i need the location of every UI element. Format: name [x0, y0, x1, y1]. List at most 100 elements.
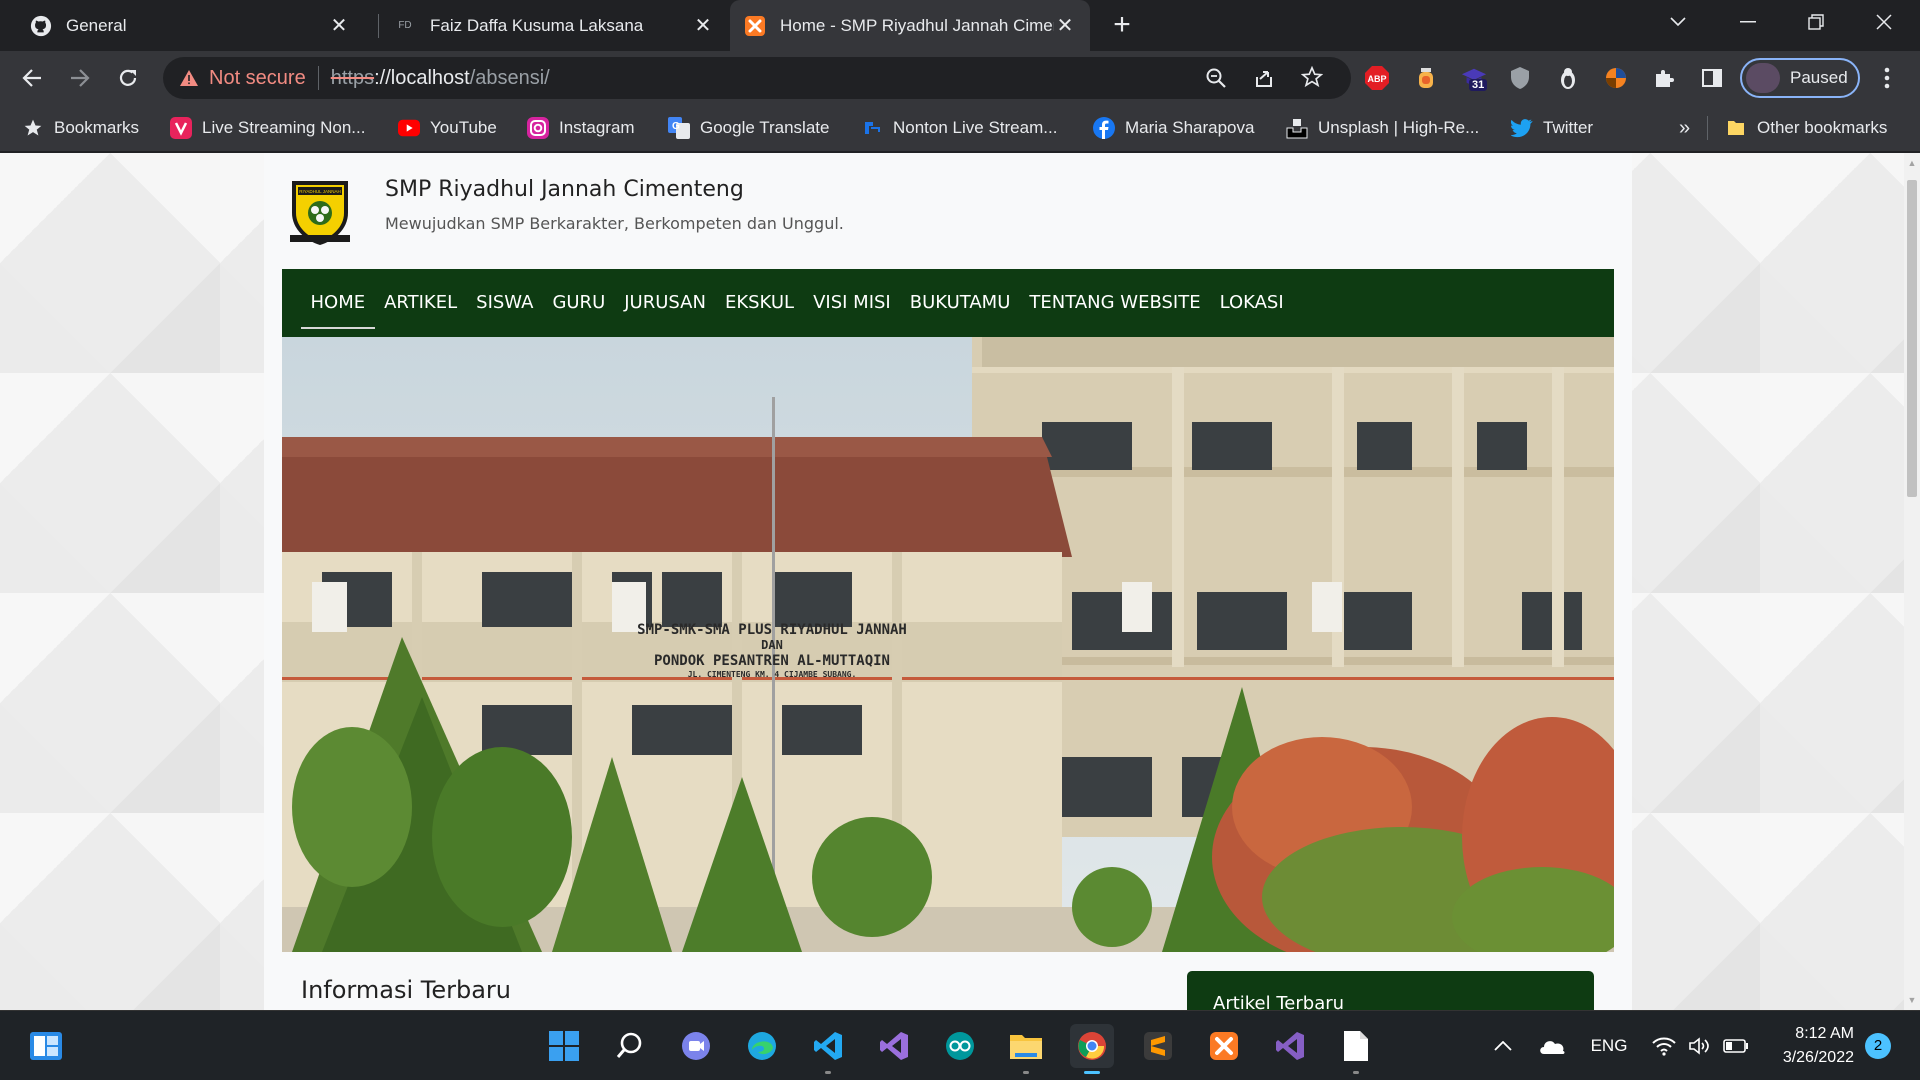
- hero-sign-line-2: DAN: [761, 638, 783, 652]
- zoom-icon[interactable]: [1205, 67, 1227, 95]
- nav-home[interactable]: HOME: [301, 269, 375, 337]
- shield-icon[interactable]: [1507, 65, 1533, 91]
- side-panel-icon[interactable]: [1699, 65, 1725, 91]
- profile-button[interactable]: Paused: [1740, 58, 1860, 98]
- nav-ekskul[interactable]: EKSKUL: [715, 269, 803, 337]
- adblock-plus-icon[interactable]: ABP: [1364, 65, 1390, 91]
- page-viewport: RIYADHUL JANNAH SMP Riyadhul Jannah Cime…: [0, 153, 1904, 1010]
- language-indicator[interactable]: ENG: [1584, 1011, 1634, 1080]
- bookmark-unsplash[interactable]: Unsplash | High-Re...: [1286, 116, 1479, 140]
- chevron-up-icon[interactable]: [1488, 1011, 1518, 1080]
- bookmark-label: Twitter: [1543, 118, 1594, 137]
- xampp-icon[interactable]: [1202, 1024, 1246, 1068]
- bookmark-other[interactable]: Other bookmarks: [1725, 116, 1887, 140]
- nav-lokasi[interactable]: LOKASI: [1210, 269, 1293, 337]
- start-icon[interactable]: [542, 1024, 586, 1068]
- school-logo[interactable]: RIYADHUL JANNAH: [284, 175, 356, 247]
- edge-icon[interactable]: [740, 1024, 784, 1068]
- nav-jurusan[interactable]: JURUSAN: [615, 269, 716, 337]
- menu-dots-icon[interactable]: [1874, 65, 1900, 91]
- warning-icon: [179, 68, 199, 88]
- extensions-puzzle-icon[interactable]: [1651, 65, 1677, 91]
- bookmark-label: Bookmarks: [54, 118, 140, 137]
- penguin-icon[interactable]: [1555, 65, 1581, 91]
- bookmarks-overflow-button[interactable]: »: [1679, 116, 1690, 140]
- bookmark-maria-sharapova[interactable]: Maria Sharapova: [1093, 116, 1254, 140]
- system-clock[interactable]: 8:12 AM 3/26/2022: [1770, 1022, 1854, 1070]
- scroll-down-arrow[interactable]: ▼: [1904, 992, 1920, 1008]
- bookmark-google-translate[interactable]: G Google Translate: [668, 116, 829, 140]
- bookmark-twitter[interactable]: Twitter: [1511, 116, 1593, 140]
- arduino-icon[interactable]: [938, 1024, 982, 1068]
- clock-date: 3/26/2022: [1782, 1049, 1854, 1066]
- bookmark-instagram[interactable]: Instagram: [527, 116, 635, 140]
- bookmark-bookmarks[interactable]: Bookmarks: [22, 116, 139, 140]
- svg-text:ABP: ABP: [1367, 74, 1386, 84]
- extension-jar-icon[interactable]: [1413, 65, 1439, 91]
- page-container: RIYADHUL JANNAH SMP Riyadhul Jannah Cime…: [264, 153, 1632, 1010]
- nav-guru[interactable]: GURU: [543, 269, 615, 337]
- address-bar[interactable]: Not secure https://localhost/absensi/: [163, 57, 1351, 99]
- nav-bukutamu[interactable]: BUKUTAMU: [900, 269, 1020, 337]
- tab-home-smp[interactable]: Home - SMP Riyadhul Jannah Cimenteng ✕: [730, 0, 1090, 51]
- omnibox-divider: [317, 66, 319, 90]
- document-icon[interactable]: [1334, 1024, 1378, 1074]
- nav-visi-misi[interactable]: VISI MISI: [804, 269, 901, 337]
- close-tab-icon[interactable]: ✕: [692, 15, 714, 37]
- graduation-cap-icon[interactable]: 31: [1461, 65, 1488, 91]
- nav-siswa[interactable]: SISWA: [467, 269, 543, 337]
- bookmark-live-streaming[interactable]: Live Streaming Non...: [170, 116, 365, 140]
- bookmarks-separator: [1707, 116, 1708, 140]
- fd-icon: FD: [398, 20, 412, 31]
- bookmark-youtube[interactable]: YouTube: [398, 116, 497, 140]
- battery-icon[interactable]: [1722, 1011, 1750, 1080]
- bookmark-star-icon[interactable]: [1300, 65, 1324, 94]
- tab-faiz[interactable]: FD Faiz Daffa Kusuma Laksana ✕: [380, 0, 728, 51]
- share-icon[interactable]: [1253, 67, 1275, 95]
- security-label[interactable]: Not secure: [209, 67, 306, 90]
- close-window-icon[interactable]: [1856, 0, 1912, 44]
- minimize-icon[interactable]: [1720, 0, 1776, 44]
- close-tab-icon[interactable]: ✕: [1054, 15, 1076, 37]
- bookmark-label: Google Translate: [700, 118, 830, 137]
- scrollbar-thumb[interactable]: [1907, 180, 1917, 497]
- back-button[interactable]: [14, 60, 50, 96]
- scroll-up-arrow[interactable]: ▲: [1904, 155, 1920, 171]
- bookmark-nonton[interactable]: Nonton Live Stream...: [861, 116, 1057, 140]
- teams-chat-icon[interactable]: [674, 1024, 718, 1068]
- visual-studio-2-icon[interactable]: [1268, 1024, 1312, 1068]
- bookmark-label: Other bookmarks: [1757, 118, 1888, 137]
- forward-button[interactable]: [62, 60, 98, 96]
- onedrive-icon[interactable]: [1534, 1011, 1570, 1080]
- site-title[interactable]: SMP Riyadhul Jannah Cimenteng: [385, 177, 744, 202]
- tab-general[interactable]: General ✕: [16, 0, 364, 51]
- bookmarks-bar: Bookmarks Live Streaming Non... YouTube …: [0, 104, 1920, 152]
- color-wheel-icon[interactable]: [1603, 65, 1629, 91]
- chrome-icon[interactable]: [1070, 1024, 1114, 1074]
- wifi-icon[interactable]: [1650, 1011, 1678, 1080]
- vscode-icon[interactable]: [806, 1024, 850, 1074]
- visual-studio-icon[interactable]: [872, 1024, 916, 1068]
- running-indicator: [1084, 1071, 1100, 1074]
- search-icon[interactable]: [608, 1024, 652, 1068]
- page-scrollbar[interactable]: ▲ ▼: [1904, 153, 1920, 1010]
- clock-time: 8:12 AM: [1795, 1025, 1854, 1042]
- tab-separator: [378, 14, 379, 38]
- widgets-icon[interactable]: [24, 1024, 68, 1068]
- nav-tentang-website[interactable]: TENTANG WEBSITE: [1020, 269, 1210, 337]
- close-tab-icon[interactable]: ✕: [328, 15, 350, 37]
- nav-artikel[interactable]: ARTIKEL: [375, 269, 467, 337]
- notification-badge[interactable]: 2: [1865, 1033, 1891, 1059]
- new-tab-button[interactable]: +: [1108, 10, 1136, 40]
- tab-title: Home - SMP Riyadhul Jannah Cimenteng: [780, 15, 1054, 35]
- sublime-text-icon[interactable]: [1136, 1024, 1180, 1068]
- vidio-icon: [170, 117, 192, 139]
- restore-icon[interactable]: [1788, 0, 1844, 44]
- browser-toolbar: Not secure https://localhost/absensi/ AB…: [0, 51, 1920, 104]
- file-explorer-icon[interactable]: [1004, 1024, 1048, 1074]
- tab-search-icon[interactable]: [1650, 0, 1706, 44]
- tab-title: Faiz Daffa Kusuma Laksana: [430, 15, 644, 35]
- volume-icon[interactable]: [1686, 1011, 1714, 1080]
- reload-button[interactable]: [110, 60, 146, 96]
- instagram-icon: [527, 117, 549, 139]
